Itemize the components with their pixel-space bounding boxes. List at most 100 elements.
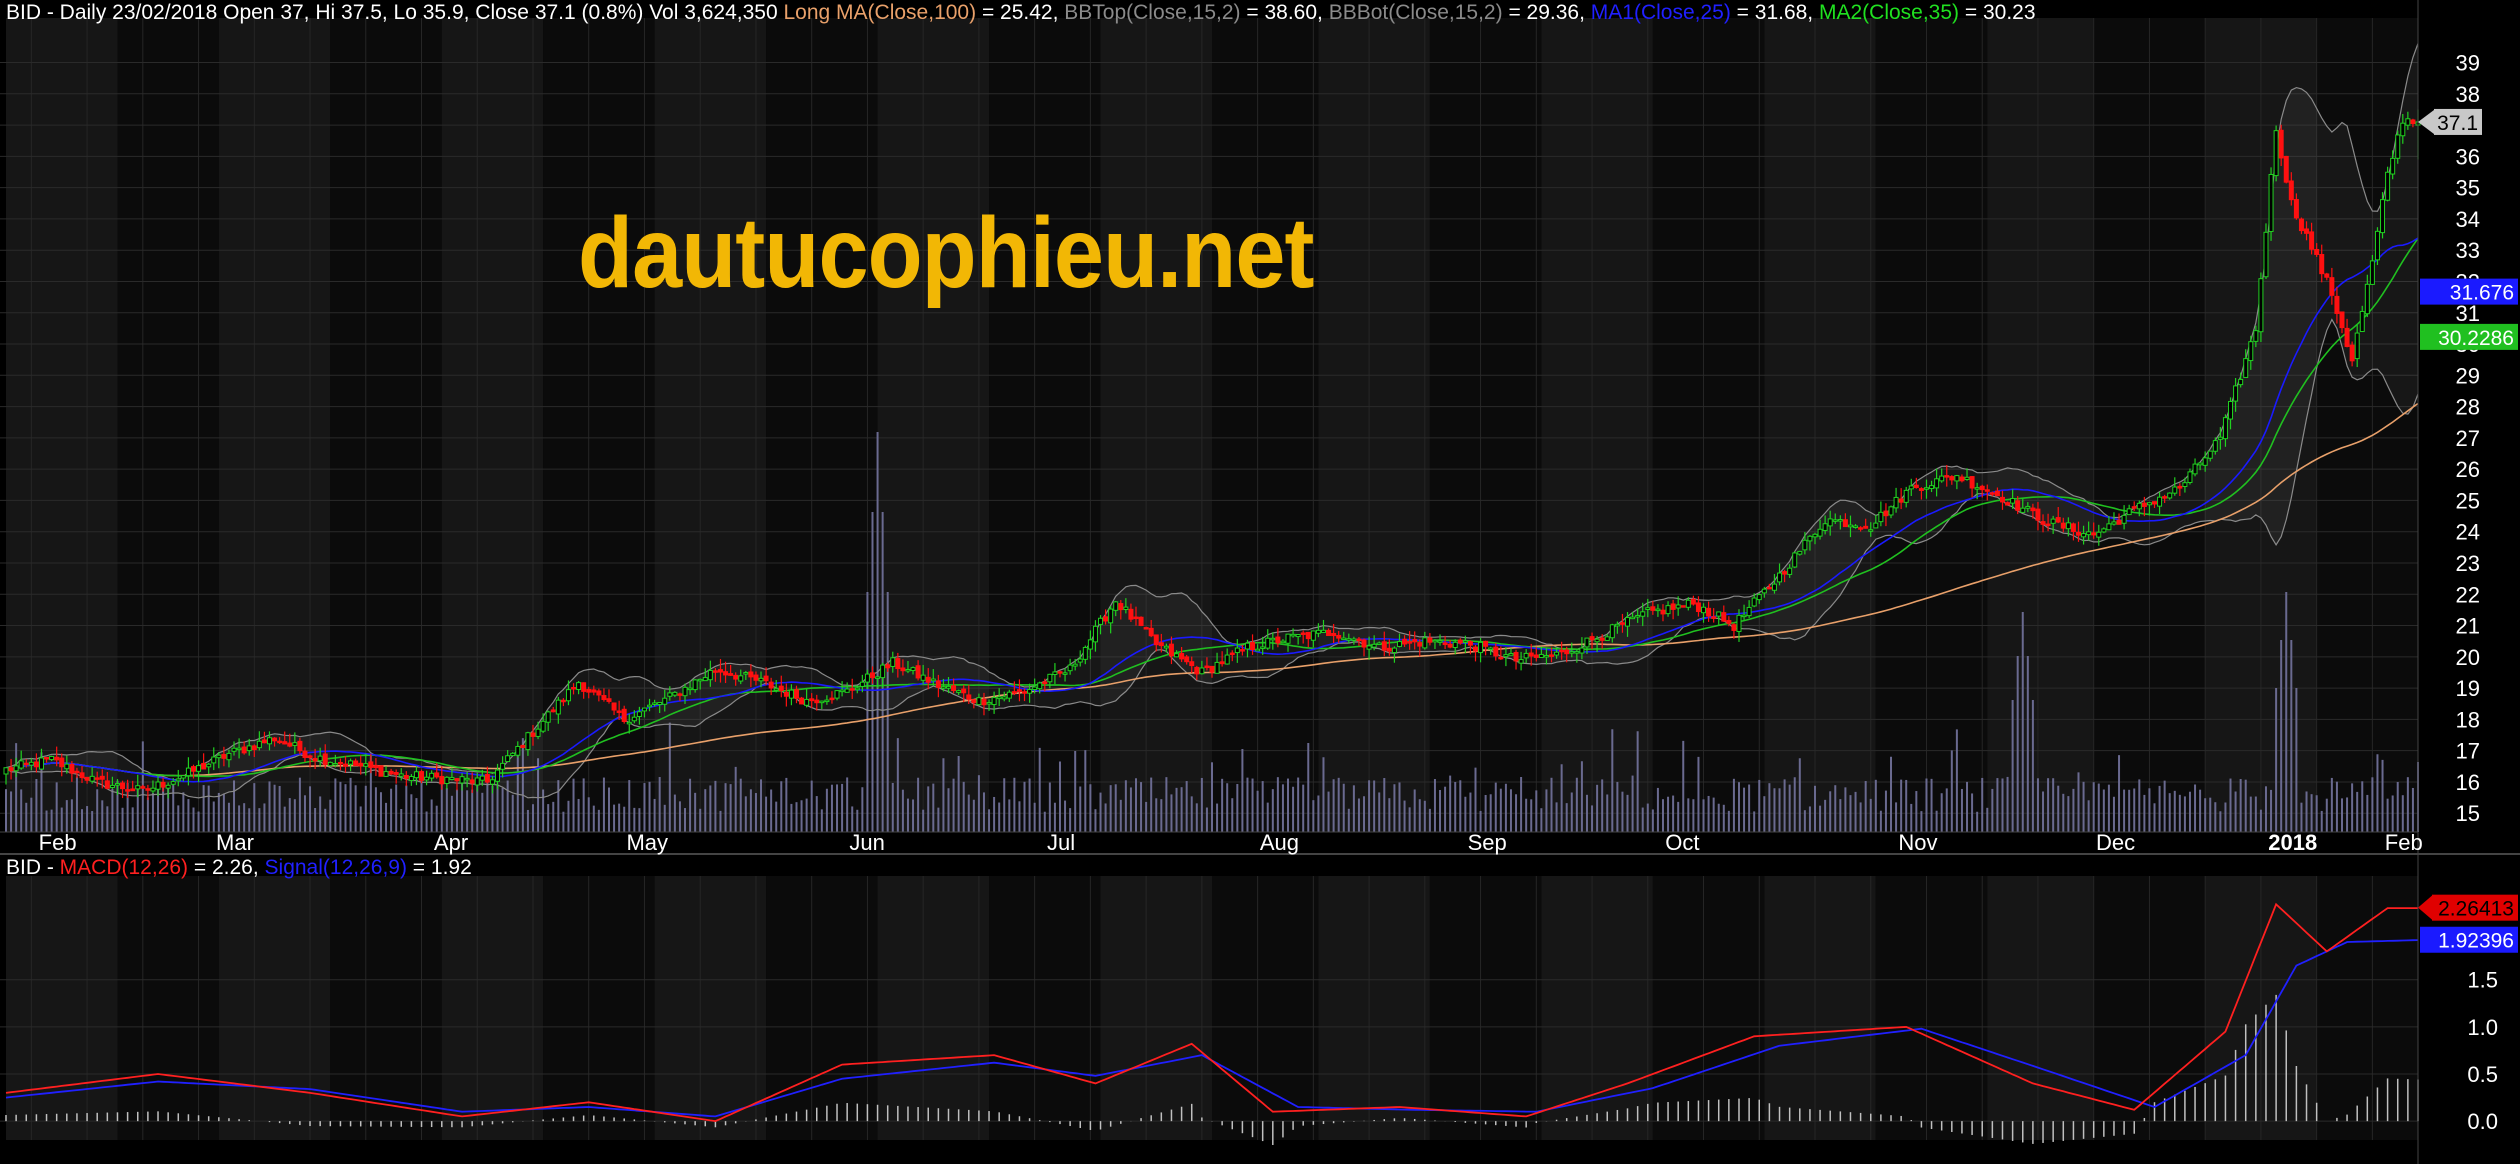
price-y-tick-label: 39 [2456, 51, 2480, 76]
candle-body [672, 691, 678, 696]
candle-body [1523, 652, 1529, 659]
candle-body [69, 763, 75, 774]
date-tick-label: Apr [434, 830, 468, 855]
month-band-macd [1429, 876, 1542, 1140]
candle-body [682, 686, 688, 697]
price-y-tick-label: 26 [2456, 457, 2480, 482]
candle-body [145, 788, 151, 791]
date-tick-label: Mar [216, 830, 254, 855]
candle-body [1336, 634, 1342, 639]
candle-body [2126, 508, 2132, 516]
candle-body [768, 681, 774, 689]
candle-body [834, 690, 840, 699]
candle-body [966, 694, 972, 700]
candle-body [1275, 636, 1281, 644]
month-band-price [1429, 18, 1542, 832]
candle-body [459, 776, 465, 784]
candle-body [1908, 485, 1914, 490]
candle-body [1903, 489, 1909, 503]
candle-body [2283, 155, 2289, 183]
candle-body [2075, 531, 2081, 536]
candle-body [626, 721, 632, 725]
candle-body [773, 687, 779, 691]
candle-body [165, 784, 171, 789]
ma35-value: = 30.23 [1959, 1, 2036, 24]
candle-body [1057, 671, 1063, 674]
candle-body [2070, 523, 2076, 532]
candle-body [1792, 552, 1798, 568]
candle-body [479, 775, 485, 781]
candle-body [180, 775, 186, 779]
candle-body [13, 765, 19, 772]
candle-body [2380, 199, 2386, 234]
candle-body [1138, 616, 1144, 627]
price-y-tick-label: 36 [2456, 144, 2480, 169]
candle-body [429, 772, 435, 779]
candle-body [996, 696, 1002, 700]
candle-body [1771, 583, 1777, 591]
candle-body [1766, 586, 1772, 590]
candle-body [1528, 652, 1534, 657]
candle-body [702, 677, 708, 682]
macd-label: MACD(12,26) [59, 856, 189, 879]
candle-body [2359, 310, 2365, 333]
macd-value: = 2.26, [188, 856, 265, 879]
bbbot-label: BBBot(Close,15,2) [1328, 1, 1503, 24]
candle-body [3, 767, 9, 775]
candle-body [1559, 649, 1565, 653]
stock-chart[interactable]: 1516171819202122232425262728293031323334… [0, 0, 2520, 1164]
candle-body [2385, 171, 2391, 201]
candle-body [1635, 614, 1641, 618]
candle-body [1381, 641, 1387, 651]
candle-body [2253, 330, 2259, 342]
candle-body [8, 767, 14, 772]
month-band-price [441, 18, 544, 832]
candle-body [1782, 571, 1788, 575]
candle-body [89, 775, 95, 782]
candle-body [1802, 539, 1808, 551]
candle-body [1675, 604, 1681, 609]
candle-body [256, 740, 262, 749]
candle-body [1989, 492, 1995, 495]
candle-body [814, 699, 820, 704]
candle-body [707, 669, 713, 681]
candle-body [712, 670, 718, 673]
candle-body [251, 745, 257, 751]
candle-body [408, 776, 414, 782]
candle-body [2172, 486, 2178, 494]
date-tick-label: Sep [1468, 830, 1507, 855]
month-band-macd [1100, 876, 1212, 1140]
candle-body [343, 763, 349, 767]
candle-body [738, 675, 744, 682]
candle-body [2228, 401, 2234, 420]
macd-y-tick-label: 0.0 [2467, 1109, 2498, 1134]
candle-body [2025, 505, 2031, 509]
candle-body [2263, 231, 2269, 278]
candle-body [1250, 642, 1256, 651]
month-band-macd [6, 876, 118, 1140]
candle-body [226, 752, 232, 761]
candle-body [692, 679, 698, 691]
candle-body [424, 776, 430, 781]
candle-body [2035, 508, 2041, 521]
candle-body [54, 756, 60, 761]
candle-body [2116, 519, 2122, 525]
candle-body [793, 689, 799, 699]
candle-body [444, 776, 450, 784]
ma100-label: Long MA(Close,100) [783, 1, 977, 24]
price-y-tick-label: 27 [2456, 426, 2480, 451]
candle-body [2141, 502, 2147, 507]
candle-body [241, 746, 247, 754]
candle-body [1873, 522, 1879, 529]
candle-body [1351, 638, 1357, 641]
candle-body [925, 676, 931, 683]
candle-body [652, 702, 658, 705]
candle-body [550, 709, 556, 713]
candle-body [1640, 611, 1646, 617]
candle-body [991, 697, 997, 706]
candle-body [196, 765, 202, 772]
candle-body [565, 689, 571, 702]
candle-body [1052, 671, 1058, 676]
candle-body [2298, 218, 2304, 232]
month-band-macd [766, 876, 878, 1140]
